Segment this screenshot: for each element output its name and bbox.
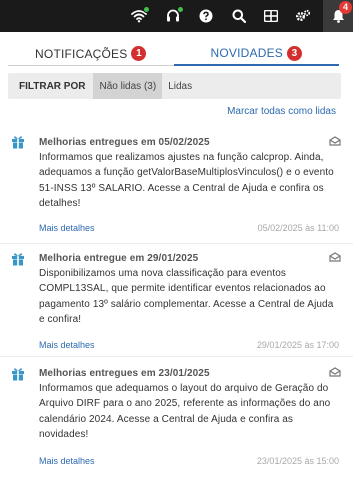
news-item: Melhorias entregues em 23/01/2025 Inform… [0,356,353,468]
item-title: Melhorias entregues em 23/01/2025 [39,368,210,379]
envelope-open-icon[interactable] [329,252,341,262]
news-item: Melhoria entregue em 29/01/2025 Disponib… [0,243,353,355]
news-item: Melhorias entregues em 05/02/2025 Inform… [0,130,353,238]
item-body: Informamos que adequamos o layout do arq… [39,383,331,440]
more-details-link[interactable]: Mais detalhes [39,223,95,233]
help-icon[interactable] [193,0,219,32]
tab-novidades[interactable]: NOVIDADES 3 [173,42,339,66]
count-badge: 1 [131,46,147,61]
settings-icon[interactable] [290,0,316,32]
filter-option-unread[interactable]: Não lidas (3) [93,73,163,99]
count-badge: 3 [286,45,302,61]
top-toolbar: 4 [0,0,353,32]
envelope-open-icon[interactable] [329,136,341,146]
status-dot [177,6,184,13]
item-title: Melhorias entregues em 05/02/2025 [39,137,210,148]
more-details-link[interactable]: Mais detalhes [39,456,95,466]
gift-icon [12,368,24,381]
item-title: Melhoria entregue em 29/01/2025 [39,253,199,264]
search-icon[interactable] [226,0,252,32]
headset-icon[interactable] [160,0,186,32]
mark-all-read-link[interactable]: Marcar todas como lidas [227,106,336,117]
filter-label: FILTRAR POR [19,80,86,92]
item-date: 29/01/2025 às 17:00 [256,340,339,350]
status-dot [143,6,150,13]
notifications-button[interactable]: 4 [323,0,353,32]
item-body: Informamos que realizamos ajustes na fun… [39,152,334,209]
item-date: 05/02/2025 às 11:00 [257,223,339,233]
tab-label: NOTIFICAÇÕES [35,46,128,61]
filter-option-read[interactable]: Lidas [162,73,198,99]
more-details-link[interactable]: Mais detalhes [39,340,95,350]
envelope-open-icon[interactable] [329,367,341,377]
notification-count-badge: 4 [339,1,352,14]
item-body: Disponibilizamos uma nova classificação … [39,268,334,325]
filter-bar: FILTRAR POR Não lidas (3) Lidas [8,73,341,99]
gift-icon [12,253,24,266]
apps-grid-icon[interactable] [258,0,284,32]
tab-label: NOVIDADES [210,46,283,60]
item-date: 23/01/2025 às 15:00 [256,456,339,466]
gift-icon [12,136,24,149]
wifi-icon[interactable] [126,0,152,32]
tab-bar: NOTIFICAÇÕES 1 NOVIDADES 3 [8,42,339,66]
tab-notificacoes[interactable]: NOTIFICAÇÕES 1 [8,42,174,66]
